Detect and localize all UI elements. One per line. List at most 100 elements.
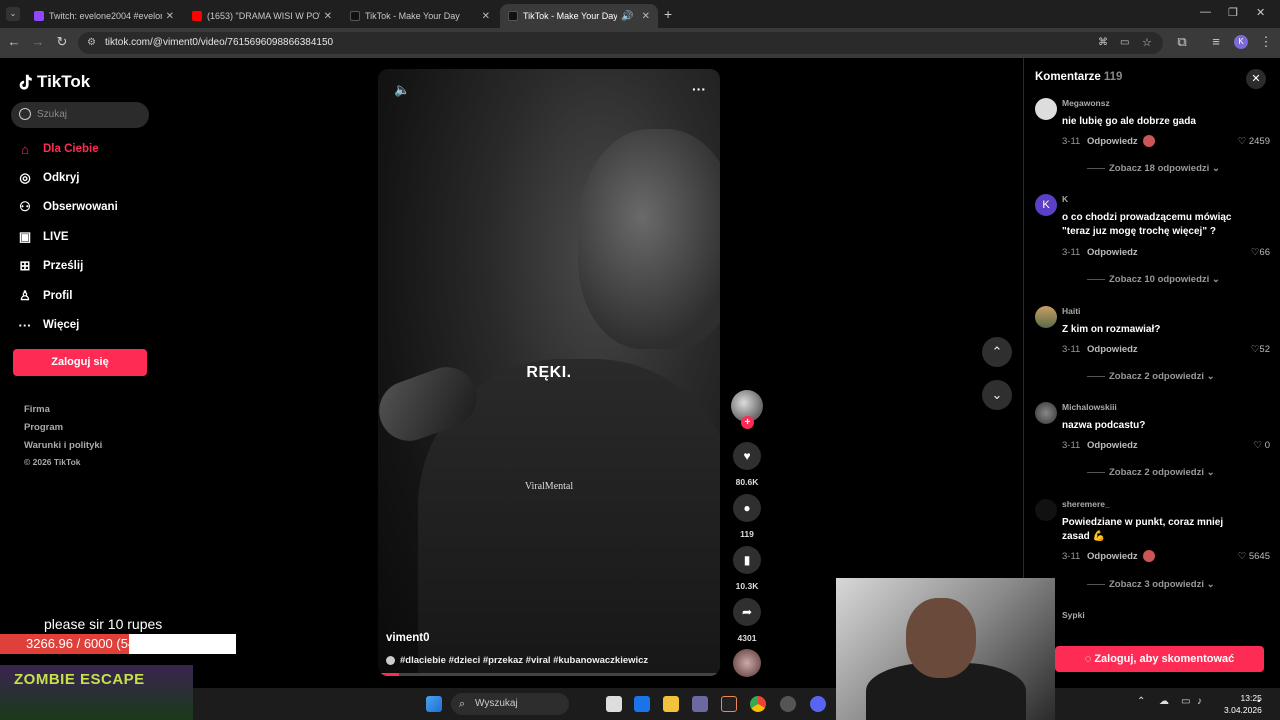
view-replies[interactable]: Zobacz 2 odpowiedzi ⌄ bbox=[1087, 467, 1215, 478]
view-replies[interactable]: Zobacz 18 odpowiedzi ⌄ bbox=[1087, 163, 1220, 174]
tab-youtube[interactable]: (1653) "DRAMA WISI W POWIE ✕ bbox=[184, 4, 340, 28]
comment-count: 119 bbox=[740, 529, 754, 539]
reply-button[interactable]: Odpowiedz bbox=[1087, 551, 1138, 562]
extensions-icon[interactable]: ⧉ bbox=[1174, 34, 1190, 50]
speaker-icon[interactable]: ♪ bbox=[1197, 696, 1202, 707]
outlook-icon[interactable] bbox=[634, 696, 650, 712]
reload-icon[interactable]: ↻ bbox=[54, 34, 70, 50]
video-tags[interactable]: #dlaciebie #dzieci #przekaz #viral #kuba… bbox=[386, 655, 648, 666]
close-icon: ✕ bbox=[1251, 73, 1261, 85]
nav-more[interactable]: ··· Więcej bbox=[16, 315, 80, 335]
music-disc-icon[interactable] bbox=[733, 649, 761, 677]
view-replies[interactable]: Zobacz 10 odpowiedzi ⌄ bbox=[1087, 274, 1220, 285]
nav-following[interactable]: ⚇ Obserwowani bbox=[16, 197, 118, 217]
site-info-icon[interactable]: ⚙ bbox=[87, 32, 96, 54]
login-button[interactable]: Zaloguj się bbox=[13, 349, 147, 376]
taskbar-search[interactable]: ⌕ Wyszukaj bbox=[451, 693, 569, 715]
comment-user[interactable]: sheremere_ bbox=[1062, 499, 1110, 509]
media-control-icon[interactable]: ≡ bbox=[1208, 34, 1224, 50]
tab-list-icon[interactable]: ⌄ bbox=[6, 7, 20, 21]
footer-link-program[interactable]: Program bbox=[24, 422, 63, 433]
comment-user[interactable]: Megawonsz bbox=[1062, 98, 1110, 108]
follow-plus-icon[interactable]: + bbox=[741, 416, 754, 429]
comment-user[interactable]: Haiti bbox=[1062, 306, 1080, 316]
close-comments-button[interactable]: ✕ bbox=[1246, 69, 1266, 89]
onedrive-icon[interactable]: ☁ bbox=[1159, 696, 1169, 707]
reply-button[interactable]: Odpowiedz bbox=[1087, 344, 1138, 355]
close-tab-icon[interactable]: ✕ bbox=[642, 11, 650, 22]
menu-dots-icon[interactable]: ⋮ bbox=[1258, 34, 1274, 50]
close-window-icon[interactable]: ✕ bbox=[1256, 6, 1265, 19]
url-bar[interactable]: ⚙ tiktok.com/@viment0/video/761569609886… bbox=[78, 32, 1163, 54]
avatar[interactable] bbox=[1035, 402, 1057, 424]
like-button[interactable]: ♥ bbox=[733, 442, 761, 470]
network-icon[interactable]: ▭ bbox=[1181, 696, 1190, 707]
bookmark-star-icon[interactable]: ☆ bbox=[1142, 32, 1152, 54]
file-explorer-icon[interactable] bbox=[663, 696, 679, 712]
tab-tiktok-1[interactable]: TikTok - Make Your Day ✕ bbox=[342, 4, 498, 28]
reply-button[interactable]: Odpowiedz bbox=[1087, 136, 1138, 147]
footer-link-company[interactable]: Firma bbox=[24, 404, 50, 415]
maximize-icon[interactable]: ❐ bbox=[1228, 6, 1238, 19]
nav-profile[interactable]: ♙ Profil bbox=[16, 286, 72, 306]
video-author[interactable]: viment0 bbox=[386, 632, 429, 644]
game-banner: ZOMBIE ESCAPE bbox=[0, 665, 193, 720]
profile-avatar-icon[interactable]: K bbox=[1234, 35, 1248, 49]
video-progress-bar[interactable] bbox=[378, 673, 720, 676]
close-tab-icon[interactable]: ✕ bbox=[482, 11, 490, 22]
steam-icon[interactable] bbox=[780, 696, 796, 712]
cast-icon[interactable]: ▭ bbox=[1120, 32, 1129, 54]
app-icon[interactable] bbox=[721, 696, 737, 712]
task-view-icon[interactable] bbox=[606, 696, 622, 712]
comment-likes[interactable]: ♡ 5645 bbox=[1238, 551, 1270, 562]
close-tab-icon[interactable]: ✕ bbox=[166, 11, 174, 22]
nav-upload[interactable]: ⊞ Prześlij bbox=[16, 256, 84, 276]
view-replies[interactable]: Zobacz 3 odpowiedzi ⌄ bbox=[1087, 579, 1215, 590]
discord-icon[interactable] bbox=[810, 696, 826, 712]
volume-icon[interactable]: 🔈 bbox=[394, 82, 410, 98]
reply-button[interactable]: Odpowiedz bbox=[1087, 247, 1138, 258]
reply-button[interactable]: Odpowiedz bbox=[1087, 440, 1138, 451]
view-replies[interactable]: Zobacz 2 odpowiedzi ⌄ bbox=[1087, 371, 1215, 382]
tab-tiktok-active[interactable]: TikTok - Make Your Day 🔊 ✕ bbox=[500, 4, 658, 28]
comment-likes[interactable]: ♡52 bbox=[1251, 344, 1270, 355]
back-icon[interactable]: ← bbox=[6, 34, 22, 50]
windows-start-icon[interactable] bbox=[426, 696, 442, 712]
previous-video-button[interactable]: ⌃ bbox=[982, 337, 1012, 367]
comment-user[interactable]: Michalowskiii bbox=[1062, 402, 1117, 412]
comment-user[interactable]: Sypki bbox=[1062, 610, 1085, 620]
audio-playing-icon[interactable]: 🔊 bbox=[621, 11, 633, 22]
minimize-icon[interactable]: — bbox=[1200, 6, 1211, 18]
avatar[interactable]: K bbox=[1035, 194, 1057, 216]
tab-twitch[interactable]: Twitch: evelone2004 #evelone ✕ bbox=[26, 4, 182, 28]
save-button[interactable]: ▮ bbox=[733, 546, 761, 574]
chrome-icon[interactable] bbox=[750, 696, 766, 712]
comment-likes[interactable]: ♡ 2459 bbox=[1238, 136, 1270, 147]
login-to-comment-button[interactable]: ◌ Zaloguj, aby skomentować bbox=[1055, 646, 1264, 672]
share-button[interactable]: ➦ bbox=[733, 598, 761, 626]
footer-link-terms[interactable]: Warunki i polityki bbox=[24, 440, 102, 451]
avatar[interactable] bbox=[1035, 98, 1057, 120]
taskbar-clock[interactable]: 13:25 3.04.2026 bbox=[1224, 692, 1262, 716]
translate-icon[interactable]: ⌘ bbox=[1098, 32, 1108, 54]
new-tab-icon[interactable]: + bbox=[664, 6, 672, 22]
comment-button[interactable]: ● bbox=[733, 494, 761, 522]
nav-for-you[interactable]: ⌂ Dla Ciebie bbox=[16, 139, 99, 159]
donation-goal-text: 3266.96 / 6000 (54.45%) bbox=[26, 636, 170, 651]
comment-user[interactable]: K bbox=[1062, 194, 1068, 204]
comment-likes[interactable]: ♡66 bbox=[1251, 247, 1270, 258]
avatar[interactable] bbox=[1035, 306, 1057, 328]
close-tab-icon[interactable]: ✕ bbox=[324, 11, 332, 22]
search-input[interactable]: Szukaj bbox=[11, 102, 149, 128]
nav-live[interactable]: ▣ LIVE bbox=[16, 227, 69, 247]
store-icon[interactable] bbox=[692, 696, 708, 712]
tiktok-logo[interactable]: TikTok bbox=[16, 72, 90, 92]
avatar[interactable] bbox=[1035, 499, 1057, 521]
next-video-button[interactable]: ⌄ bbox=[982, 380, 1012, 410]
tray-chevron-up-icon[interactable]: ⌃ bbox=[1137, 696, 1145, 707]
forward-icon[interactable]: → bbox=[30, 34, 46, 50]
comment-likes[interactable]: ♡ 0 bbox=[1254, 440, 1270, 451]
nav-explore[interactable]: ◎ Odkryj bbox=[16, 168, 79, 188]
video-player[interactable]: 🔈 ··· RĘKI. ViralMental viment0 #dlacieb… bbox=[378, 69, 720, 676]
video-options-icon[interactable]: ··· bbox=[692, 81, 706, 97]
